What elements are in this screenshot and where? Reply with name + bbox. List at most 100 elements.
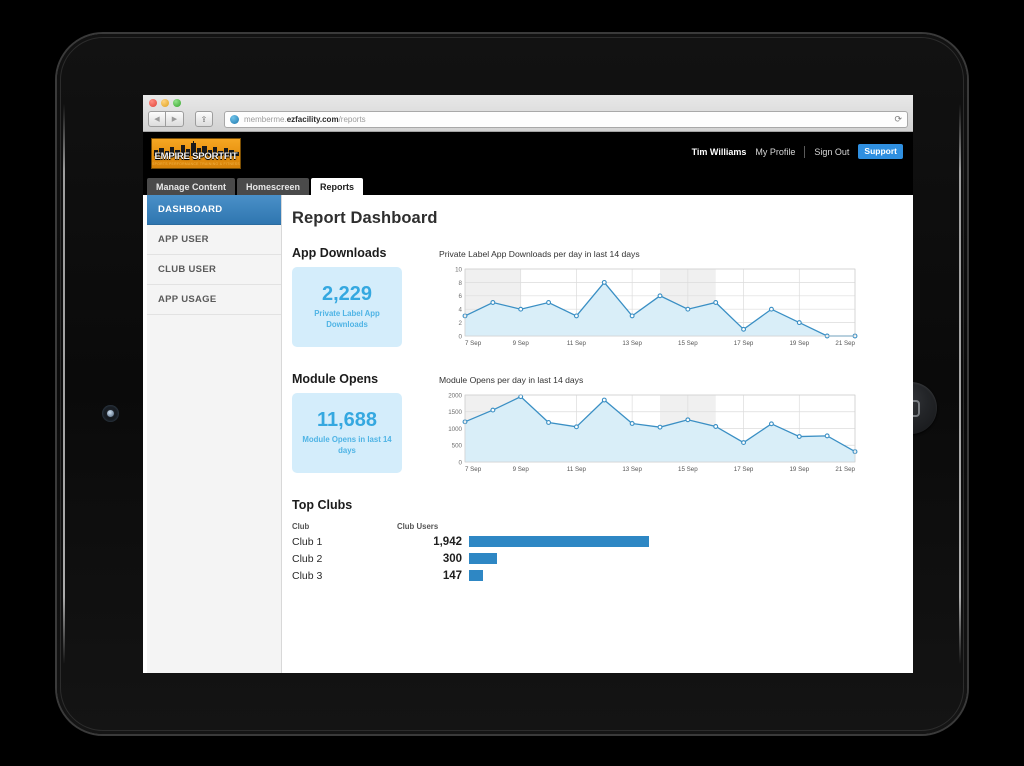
url-host: ezfacility.com — [286, 114, 339, 124]
club-users-value: 1,942 — [433, 535, 462, 548]
window-traffic-lights — [149, 99, 181, 107]
sign-out-link[interactable]: Sign Out — [814, 147, 849, 157]
front-camera-icon — [102, 405, 119, 422]
svg-text:7 Sep: 7 Sep — [465, 340, 482, 347]
app-downloads-value: 2,229 — [321, 282, 373, 305]
club-users-value: 147 — [442, 569, 462, 582]
header-divider — [804, 145, 806, 158]
site-globe-icon — [230, 114, 239, 124]
address-bar[interactable]: memberme. ezfacility.com/reports ⟳ — [224, 110, 908, 128]
svg-text:1000: 1000 — [448, 426, 462, 433]
sidebar-nav: DASHBOARD APP USER CLUB USER APP USAGE — [147, 195, 282, 673]
maximize-window-button[interactable] — [173, 99, 181, 107]
reload-icon[interactable]: ⟳ — [894, 114, 902, 125]
bezel-highlight-left — [63, 104, 65, 664]
device-screen: ◀ ▶ ⇪ memberme.ezfacility.com/reports ⟳ — [143, 95, 913, 673]
club-users-bar — [469, 570, 483, 581]
svg-text:17 Sep: 17 Sep — [734, 340, 754, 347]
table-row: Club 1 1,942 — [292, 533, 913, 550]
svg-text:0: 0 — [459, 459, 463, 466]
module-opens-chart-col: Module Opens per day in last 14 days 0 50… — [412, 372, 913, 476]
tab-reports[interactable]: Reports — [311, 178, 364, 195]
table-row: Club 3 147 — [292, 567, 913, 584]
url-path: /reports — [338, 114, 366, 124]
svg-text:4: 4 — [459, 307, 463, 314]
club-users-bar-track — [469, 536, 649, 547]
content-area: Report Dashboard App Downloads 2,229 Pri… — [283, 195, 913, 673]
module-opens-chart: 0 500 1000 1500 2000 7 Sep 9 Sep 11 Sep 13 Sep 15… — [439, 390, 859, 476]
svg-text:21 Sep: 21 Sep — [835, 466, 855, 473]
svg-text:15 Sep: 15 Sep — [678, 340, 698, 347]
top-clubs-heading: Top Clubs — [292, 498, 353, 512]
ipad-device-frame: ◀ ▶ ⇪ memberme.ezfacility.com/reports ⟳ — [57, 34, 967, 734]
browser-toolbar: ◀ ▶ ⇪ memberme. ezfacility.com/reports ⟳ — [148, 110, 908, 128]
svg-text:500: 500 — [452, 443, 463, 450]
top-clubs-section: Top Clubs Club Club Users Club 1 1,942 Club … — [292, 498, 913, 584]
module-opens-value: 11,688 — [316, 408, 378, 431]
svg-text:21 Sep: 21 Sep — [835, 340, 855, 347]
club-users-bar-track — [469, 553, 649, 564]
tab-homescreen[interactable]: Homescreen — [237, 178, 310, 195]
chart-0-title: Private Label App Downloads per day in l… — [439, 249, 640, 259]
module-opens-stat-col: Module Opens 11,688 Module Opens in last… — [292, 372, 412, 473]
top-clubs-table: Club Club Users Club 1 1,942 Club 2 300 Club 3… — [292, 519, 913, 584]
bezel-highlight-right — [959, 104, 961, 664]
logo-subtitle: SPORTS PERFORMANCE TRAINING & FITNESS — [152, 162, 240, 166]
svg-text:1500: 1500 — [448, 409, 462, 416]
svg-text:10: 10 — [455, 266, 462, 273]
sidebar-item-club-user[interactable]: CLUB USER — [147, 255, 281, 285]
minimize-window-button[interactable] — [161, 99, 169, 107]
back-icon[interactable]: ◀ — [148, 111, 166, 127]
sidebar-item-dashboard[interactable]: DASHBOARD — [147, 195, 281, 225]
svg-text:0: 0 — [459, 333, 463, 340]
user-name: Tim Williams — [691, 146, 747, 157]
module-opens-section: Module Opens 11,688 Module Opens in last… — [292, 372, 913, 476]
url-subdomain: memberme. — [244, 114, 287, 124]
svg-text:2000: 2000 — [448, 392, 462, 399]
svg-text:11 Sep: 11 Sep — [567, 466, 587, 473]
module-opens-caption: Module Opens in last 14 days — [302, 434, 392, 455]
app-header: EMPIRE SPORTFIT SPORTS PERFORMANCE TRAIN… — [143, 132, 913, 177]
app-downloads-chart-col: Private Label App Downloads per day in l… — [412, 246, 913, 350]
app-downloads-stat-col: App Downloads 2,229 Private Label App Do… — [292, 246, 412, 347]
club-users-bar — [469, 553, 497, 564]
share-icon[interactable]: ⇪ — [195, 111, 213, 127]
svg-text:2: 2 — [459, 320, 463, 327]
sidebar-item-app-usage[interactable]: APP USAGE — [147, 285, 281, 315]
column-header-club: Club — [292, 521, 310, 531]
module-opens-heading: Module Opens — [292, 372, 379, 386]
table-row: Club 2 300 — [292, 550, 913, 567]
page-title: Report Dashboard — [292, 209, 438, 227]
app-downloads-section: App Downloads 2,229 Private Label App Do… — [292, 246, 913, 350]
club-users-bar — [469, 536, 649, 547]
empire-sportfit-logo[interactable]: EMPIRE SPORTFIT SPORTS PERFORMANCE TRAIN… — [151, 138, 241, 169]
svg-text:9 Sep: 9 Sep — [513, 466, 530, 473]
logo-text: EMPIRE SPORTFIT — [154, 151, 238, 162]
tab-manage-content[interactable]: Manage Content — [147, 178, 236, 195]
app-downloads-chart: 0 2 4 6 8 10 7 Sep 9 Sep 11 Sep 13 Sep 15 Sep 17 Se… — [439, 264, 859, 350]
close-window-button[interactable] — [149, 99, 157, 107]
table-header-row: Club Club Users — [292, 519, 913, 533]
svg-text:9 Sep: 9 Sep — [513, 340, 530, 347]
svg-text:19 Sep: 19 Sep — [789, 340, 809, 347]
header-user-menu: Tim Williams My Profile Sign Out Support — [692, 144, 903, 159]
module-opens-card: 11,688 Module Opens in last 14 days — [292, 393, 402, 473]
app-downloads-heading: App Downloads — [292, 246, 387, 260]
nav-button-group: ◀ ▶ — [148, 111, 184, 127]
svg-text:17 Sep: 17 Sep — [734, 466, 754, 473]
column-header-club-users: Club Users — [397, 521, 439, 531]
my-profile-link[interactable]: My Profile — [755, 147, 795, 157]
club-users-bar-track — [469, 570, 649, 581]
svg-text:15 Sep: 15 Sep — [678, 466, 698, 473]
main-tab-bar: Manage Content Homescreen Reports — [143, 177, 913, 195]
svg-text:6: 6 — [459, 293, 463, 300]
support-button[interactable]: Support — [858, 144, 903, 159]
chart-1-title: Module Opens per day in last 14 days — [439, 375, 584, 385]
page-body: DASHBOARD APP USER CLUB USER APP USAGE Repo… — [143, 195, 913, 673]
svg-text:8: 8 — [459, 280, 463, 287]
browser-chrome: ◀ ▶ ⇪ memberme. ezfacility.com/reports ⟳ — [143, 95, 913, 132]
sidebar-item-app-user[interactable]: APP USER — [147, 225, 281, 255]
club-name: Club 3 — [292, 569, 323, 582]
app-downloads-caption: Private Label App Downloads — [314, 308, 380, 329]
forward-icon[interactable]: ▶ — [166, 111, 184, 127]
